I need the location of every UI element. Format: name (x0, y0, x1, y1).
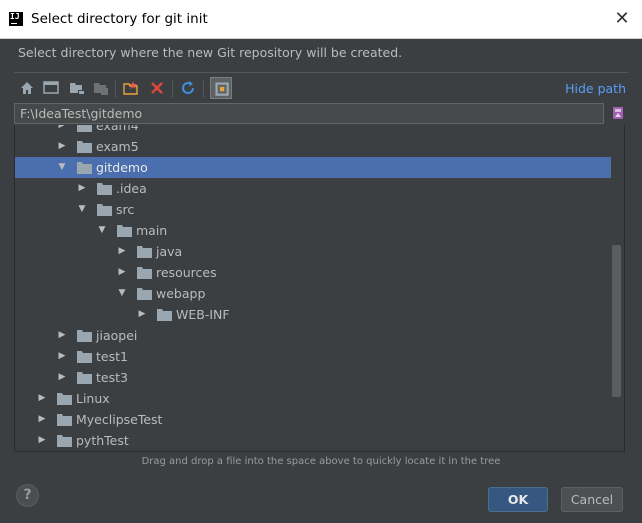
tree-row-label: jiaopei (96, 328, 138, 343)
folder-icon (77, 329, 92, 342)
expand-arrow-down-icon[interactable]: ▼ (97, 220, 107, 241)
toolbar: Hide path (14, 72, 628, 101)
cancel-button[interactable]: Cancel (561, 487, 623, 512)
tree-row[interactable]: ▶ exam5 (15, 136, 611, 157)
tree-row[interactable]: ▼ src (15, 199, 611, 220)
expand-arrow-right-icon[interactable]: ▶ (137, 304, 147, 325)
folder-icon (57, 413, 72, 426)
toolbar-separator (172, 80, 173, 98)
help-button[interactable]: ? (16, 484, 39, 507)
expand-arrow-right-icon[interactable]: ▶ (57, 125, 67, 136)
folder-icon (77, 161, 92, 174)
expand-arrow-right-icon[interactable]: ▶ (57, 136, 67, 157)
tree-row[interactable]: ▶ MyeclipseTest (15, 409, 611, 430)
toolbar-separator (203, 80, 204, 98)
tree-row[interactable]: ▶ exam4 (15, 125, 611, 136)
desktop-icon[interactable] (42, 79, 60, 97)
refresh-icon[interactable] (179, 79, 197, 97)
tree-row-label: src (116, 202, 135, 217)
expand-arrow-right-icon[interactable]: ▶ (117, 241, 127, 262)
new-folder-icon[interactable] (68, 79, 86, 97)
tree-row-label: Linux (76, 391, 110, 406)
tree-row-label: test3 (96, 370, 128, 385)
title-bar: IJ Select directory for git init ✕ (0, 0, 642, 39)
toolbar-separator (115, 80, 116, 98)
expand-arrow-right-icon[interactable]: ▶ (37, 388, 47, 409)
tree-scrollbar[interactable] (612, 245, 621, 397)
folder-icon (77, 350, 92, 363)
path-history-icon[interactable] (610, 105, 626, 121)
home-icon[interactable] (18, 79, 36, 97)
close-icon[interactable]: ✕ (612, 9, 632, 29)
tree-row-label: .idea (116, 181, 147, 196)
tree-row-label: pythTest (76, 433, 129, 448)
tree-row[interactable]: ▼ main (15, 220, 611, 241)
tree-row-label: webapp (156, 286, 206, 301)
tree-row-label: resources (156, 265, 217, 280)
tree-row-label: exam5 (96, 139, 139, 154)
folder-icon (57, 434, 72, 447)
path-input[interactable]: F:\IdeaTest\gitdemo (14, 103, 604, 124)
expand-arrow-right-icon[interactable]: ▶ (77, 178, 87, 199)
expand-arrow-right-icon[interactable]: ▶ (37, 430, 47, 451)
expand-arrow-right-icon[interactable]: ▶ (57, 325, 67, 346)
tree-row[interactable]: ▶ jiaopei (15, 325, 611, 346)
tree-row[interactable]: ▶ resources (15, 262, 611, 283)
expand-arrow-down-icon[interactable]: ▼ (117, 283, 127, 304)
folder-icon (77, 371, 92, 384)
directory-tree[interactable]: ▶ exam4 ▶ exam5 ▼ gitdemo ▶ .idea ▼ src ▼ main ▶ java… (14, 125, 625, 452)
intellij-icon: IJ (9, 12, 23, 26)
drag-drop-hint: Drag and drop a file into the space abov… (141, 456, 501, 467)
expand-arrow-right-icon[interactable]: ▶ (117, 262, 127, 283)
tree-row[interactable]: ▼ gitdemo (15, 157, 611, 178)
tree-row-label: exam4 (96, 125, 139, 133)
folder-icon (137, 287, 152, 300)
tree-row-label: MyeclipseTest (76, 412, 163, 427)
hide-path-link[interactable]: Hide path (565, 81, 626, 96)
tree-row[interactable]: ▶ java (15, 241, 611, 262)
delete-icon[interactable] (148, 79, 166, 97)
tree-row-label: gitdemo (96, 160, 148, 175)
expand-arrow-right-icon[interactable]: ▶ (57, 346, 67, 367)
folder-icon (57, 392, 72, 405)
window-title: Select directory for git init (31, 11, 208, 27)
expand-arrow-down-icon[interactable]: ▼ (57, 157, 67, 178)
tree-row[interactable]: ▶ test1 (15, 346, 611, 367)
tree-row-label: WEB-INF (176, 307, 230, 322)
tree-row[interactable]: ▶ pythTest (15, 430, 611, 451)
ok-button[interactable]: OK (488, 487, 548, 512)
expand-arrow-right-icon[interactable]: ▶ (57, 367, 67, 388)
folder-icon (157, 308, 172, 321)
tree-row-label: test1 (96, 349, 128, 364)
tree-row-label: java (156, 244, 183, 259)
folder-icon (77, 140, 92, 153)
folder-icon (97, 203, 112, 216)
folder-icon (137, 266, 152, 279)
expand-arrow-right-icon[interactable]: ▶ (37, 409, 47, 430)
tree-row[interactable]: ▼ webapp (15, 283, 611, 304)
folder-icon (97, 182, 112, 195)
tree-row[interactable]: ▶ WEB-INF (15, 304, 611, 325)
folder-icon[interactable] (92, 79, 110, 97)
expand-arrow-down-icon[interactable]: ▼ (77, 199, 87, 220)
tree-row[interactable]: ▶ test3 (15, 367, 611, 388)
folder-icon (77, 125, 92, 132)
folder-icon (137, 245, 152, 258)
dialog-description: Select directory where the new Git repos… (18, 45, 403, 60)
show-hidden-icon[interactable] (210, 77, 232, 99)
folder-icon (117, 224, 132, 237)
tree-row[interactable]: ▶ .idea (15, 178, 611, 199)
tree-row-label: main (136, 223, 168, 238)
tree-row[interactable]: ▶ Linux (15, 388, 611, 409)
new-folder-star-icon[interactable] (122, 79, 140, 97)
